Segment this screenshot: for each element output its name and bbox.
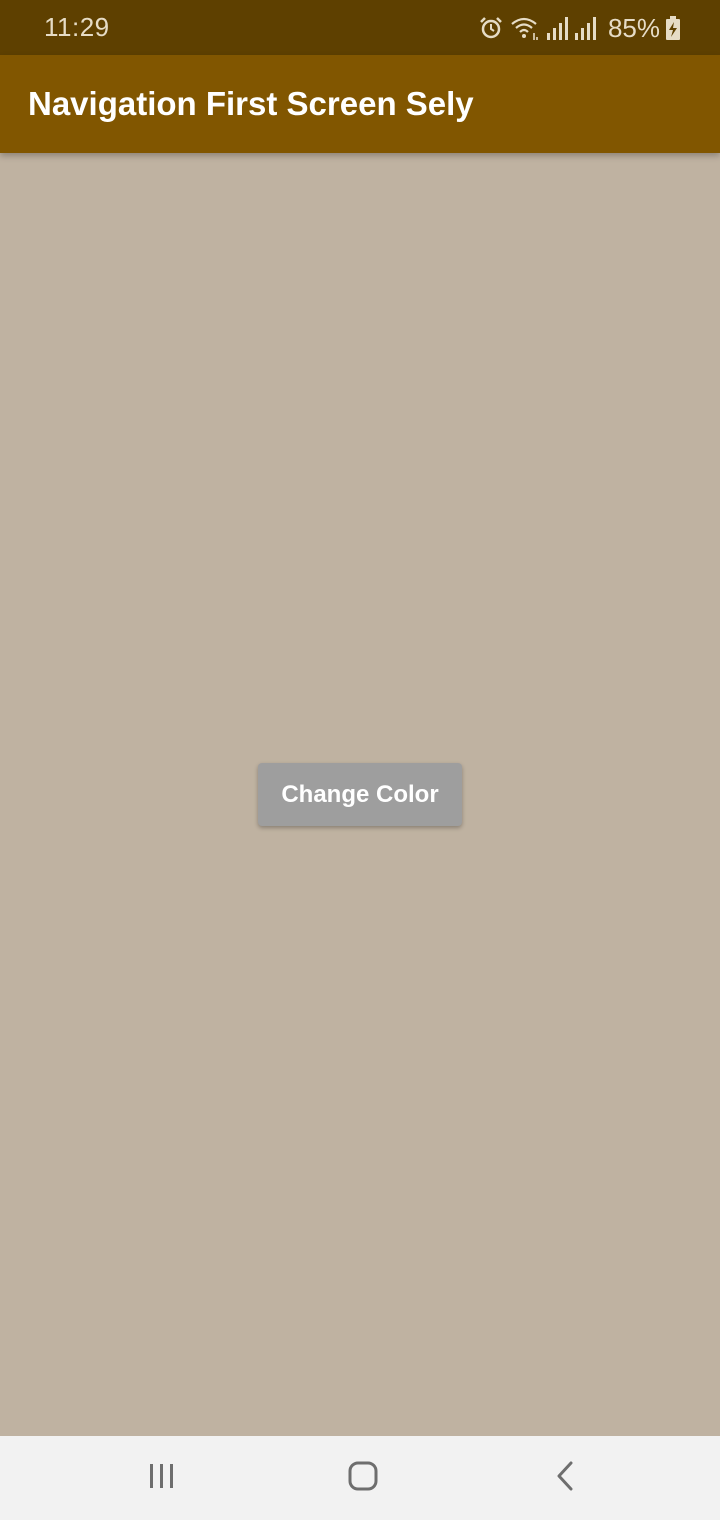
- battery-charging-icon: [666, 16, 680, 40]
- app-bar: Navigation First Screen Sely: [0, 55, 720, 153]
- navigation-bar: [0, 1436, 720, 1520]
- status-icons: 85%: [478, 12, 680, 44]
- back-icon: [553, 1461, 577, 1496]
- home-icon: [348, 1461, 378, 1496]
- signal-icon: [574, 15, 596, 41]
- home-button[interactable]: [303, 1436, 423, 1520]
- change-color-button[interactable]: Change Color: [258, 763, 462, 826]
- battery-percentage: 85%: [607, 12, 660, 43]
- recent-apps-icon: [147, 1462, 177, 1495]
- status-time: 11:29: [44, 12, 110, 42]
- signal-icon: [546, 15, 568, 41]
- wifi-icon: [510, 15, 540, 41]
- screen: 11:29 85% Navigation First Screen Sely C…: [0, 0, 720, 1520]
- main-content: Change Color: [0, 153, 720, 1436]
- back-button[interactable]: [505, 1436, 625, 1520]
- alarm-icon: [478, 15, 504, 41]
- page-title: Navigation First Screen Sely: [28, 85, 474, 122]
- recent-apps-button[interactable]: [102, 1436, 222, 1520]
- status-bar: 11:29 85%: [0, 0, 720, 55]
